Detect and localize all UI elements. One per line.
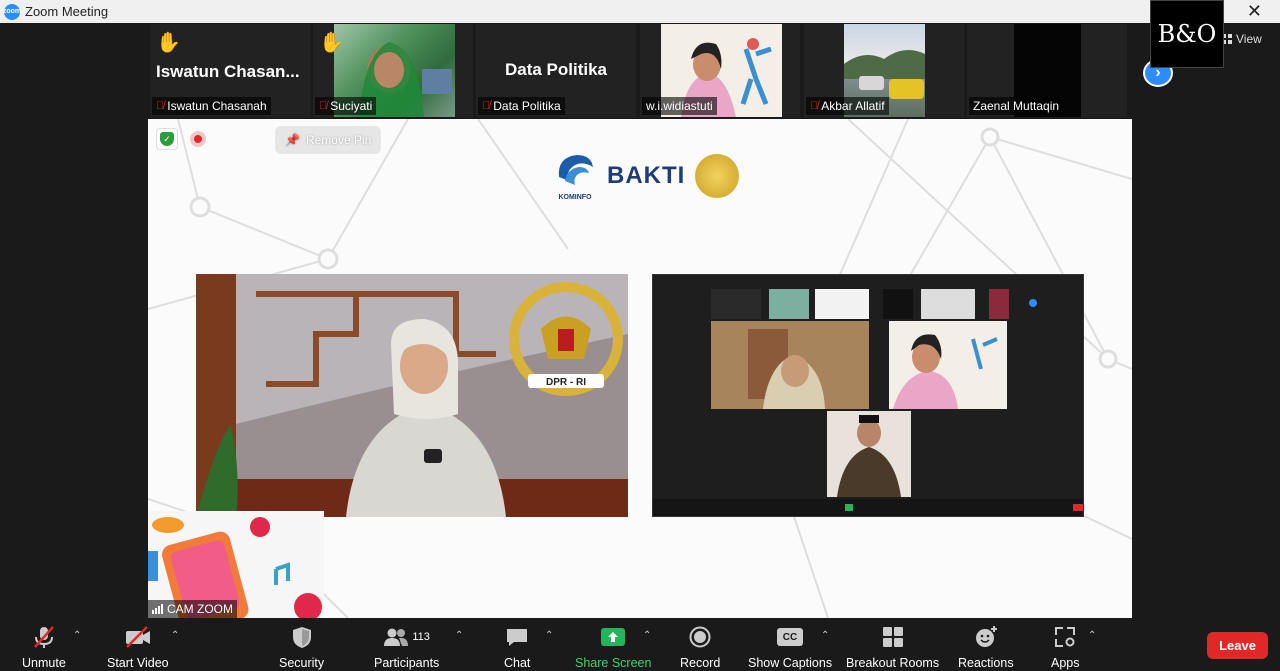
security-button[interactable]: Security bbox=[279, 624, 324, 670]
remove-pin-button[interactable]: 📌 Remove Pin bbox=[275, 126, 382, 154]
cam-zoom-label: CAM ZOOM bbox=[148, 600, 237, 618]
leave-button[interactable]: Leave bbox=[1207, 632, 1268, 659]
record-button[interactable]: Record bbox=[680, 624, 720, 670]
apps-options-chevron-icon[interactable]: ⌃ bbox=[1088, 630, 1096, 641]
mic-muted-icon: 🎙̸ bbox=[810, 100, 819, 112]
nested-zoom-screenshare bbox=[652, 274, 1084, 517]
meeting-toolbar: Unmute ⌃ Start Video ⌃ Security 113 Part… bbox=[0, 620, 1280, 671]
view-button[interactable]: View bbox=[1222, 32, 1262, 46]
share-options-chevron-icon[interactable]: ⌃ bbox=[643, 630, 651, 641]
participant-name-label: Zaenal Muttaqin bbox=[969, 97, 1064, 115]
show-captions-button[interactable]: CC Show Captions bbox=[748, 624, 832, 670]
mic-muted-icon: 🎙̸ bbox=[482, 100, 491, 112]
participant-name-label: 🎙̸ Iswatun Chasanah bbox=[152, 97, 271, 115]
captions-options-chevron-icon[interactable]: ⌃ bbox=[821, 630, 829, 641]
participants-button[interactable]: 113 Participants bbox=[374, 624, 439, 670]
sponsor-logos: KOMINFO BAKTI bbox=[553, 151, 740, 201]
participant-tile[interactable]: Zaenal Muttaqin bbox=[967, 24, 1127, 117]
window-title: Zoom Meeting bbox=[25, 4, 109, 19]
reactions-button[interactable]: Reactions bbox=[958, 624, 1014, 670]
garuda-emblem bbox=[695, 154, 740, 198]
shield-check-icon: ✓ bbox=[160, 132, 174, 146]
chat-options-chevron-icon[interactable]: ⌃ bbox=[545, 630, 553, 641]
mic-muted-icon: 🎙̸ bbox=[319, 100, 328, 112]
chat-bubble-icon bbox=[505, 624, 529, 650]
participant-name-label: w.i.widiastuti bbox=[642, 97, 717, 115]
participant-name-label: 🎙̸ Data Politika bbox=[478, 97, 565, 115]
bakti-logo: BAKTI bbox=[607, 162, 686, 189]
record-icon bbox=[689, 624, 711, 650]
security-shield-button[interactable]: ✓ bbox=[156, 128, 178, 150]
apps-button[interactable]: Apps bbox=[1051, 624, 1080, 670]
mic-muted-icon bbox=[31, 624, 57, 650]
participant-tile[interactable]: Data Politika 🎙̸ Data Politika bbox=[476, 24, 636, 117]
raised-hand-icon: ✋ bbox=[156, 32, 181, 54]
participant-tile[interactable]: w.i.widiastuti bbox=[640, 24, 800, 117]
share-screen-icon bbox=[600, 624, 626, 650]
cam-zoom-thumbnail[interactable]: CAM ZOOM bbox=[148, 511, 324, 618]
mic-muted-icon: 🎙̸ bbox=[156, 100, 165, 112]
breakout-rooms-button[interactable]: Breakout Rooms bbox=[846, 624, 939, 670]
participant-tile[interactable]: 🎙̸ Akbar Allatif bbox=[804, 24, 964, 117]
shared-screen: ✓ 📌 Remove Pin KOMINFO BAKTI DPR - RI CA… bbox=[148, 119, 1132, 618]
participant-tile[interactable]: ✋ Iswatun Chasan... 🎙̸ Iswatun Chasanah bbox=[150, 24, 310, 117]
shield-icon bbox=[291, 624, 313, 650]
window-titlebar: zoom Zoom Meeting ✕ bbox=[0, 0, 1280, 23]
participant-name-label: 🎙̸ Suciyati bbox=[315, 97, 377, 115]
zoom-app-icon: zoom bbox=[3, 3, 21, 20]
signal-strength-icon bbox=[152, 604, 163, 614]
participants-count: 113 bbox=[412, 631, 430, 643]
pin-icon: 📌 bbox=[285, 133, 300, 147]
recording-indicator[interactable] bbox=[190, 131, 206, 147]
close-window-button[interactable]: ✕ bbox=[1247, 1, 1262, 22]
start-video-button[interactable]: Start Video bbox=[107, 624, 169, 670]
raised-hand-icon: ✋ bbox=[319, 32, 344, 54]
audio-options-chevron-icon[interactable]: ⌃ bbox=[73, 630, 81, 641]
chat-button[interactable]: Chat bbox=[504, 624, 530, 670]
view-button-label: View bbox=[1236, 32, 1262, 46]
remove-pin-label: Remove Pin bbox=[305, 133, 372, 147]
share-screen-button[interactable]: Share Screen bbox=[575, 624, 651, 670]
kominfo-logo: KOMINFO bbox=[553, 151, 597, 201]
participant-title: Data Politika bbox=[504, 60, 608, 79]
participant-title: Iswatun Chasan... bbox=[156, 62, 300, 81]
participant-tile[interactable]: ✋ 🎙̸ Suciyati bbox=[313, 24, 473, 117]
video-off-icon bbox=[123, 624, 153, 650]
apps-icon bbox=[1054, 624, 1076, 650]
presenter-video-panel: DPR - RI bbox=[196, 274, 628, 517]
closed-captions-icon: CC bbox=[777, 624, 804, 650]
video-options-chevron-icon[interactable]: ⌃ bbox=[171, 630, 179, 641]
participant-name-label: 🎙̸ Akbar Allatif bbox=[806, 97, 889, 115]
brand-overlay-logo: B&O bbox=[1150, 0, 1224, 68]
smiley-plus-icon bbox=[974, 624, 998, 650]
participants-options-chevron-icon[interactable]: ⌃ bbox=[455, 630, 463, 641]
breakout-rooms-icon bbox=[882, 624, 904, 650]
dpr-ri-label: DPR - RI bbox=[546, 377, 586, 388]
participants-icon: 113 bbox=[383, 624, 430, 650]
unmute-button[interactable]: Unmute bbox=[22, 624, 66, 670]
